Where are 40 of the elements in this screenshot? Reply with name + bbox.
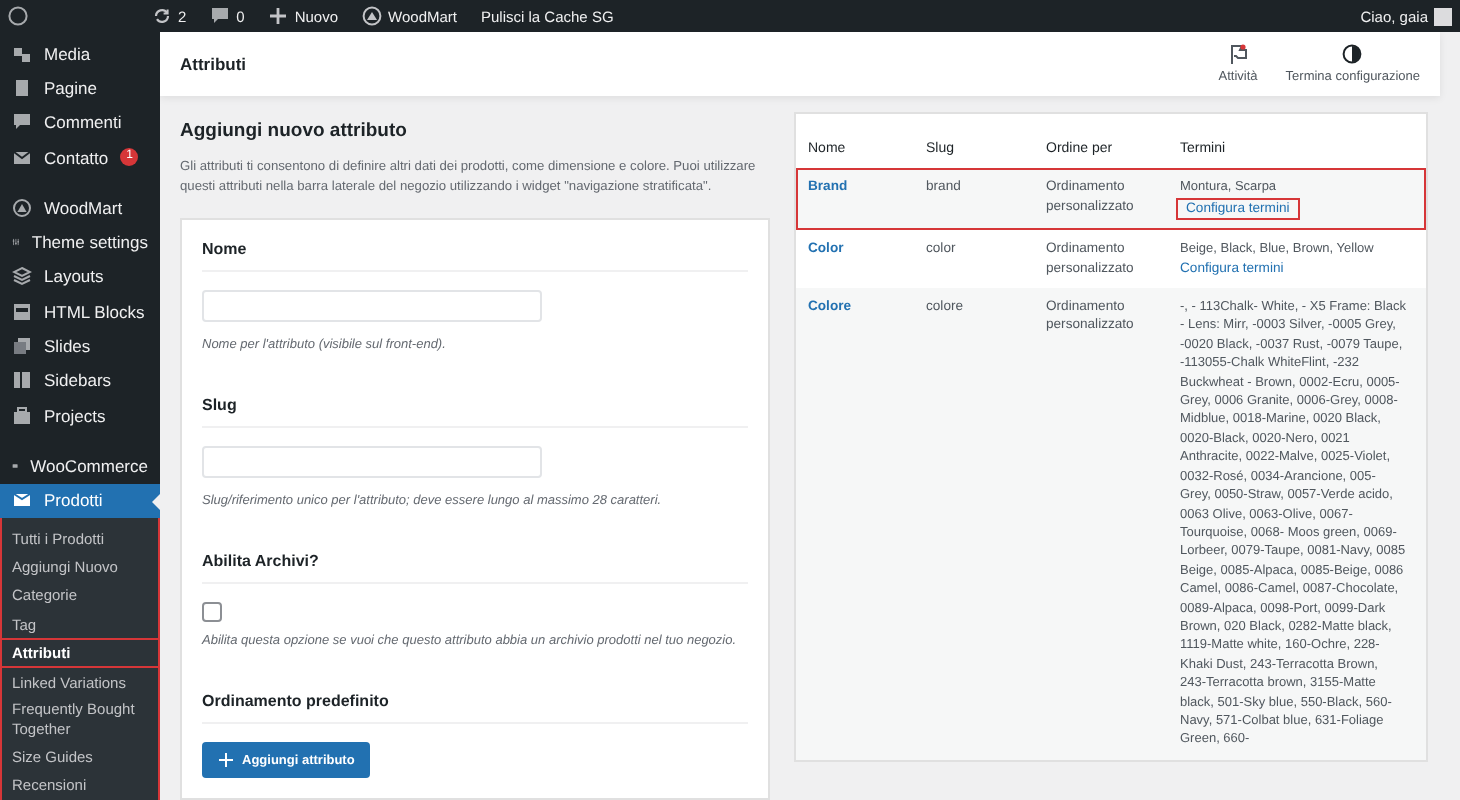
refresh-icon [152,6,172,26]
field-label: Slug [202,376,748,428]
sidebar-item[interactable]: WooCommerce [0,448,160,484]
mountain-logo-icon [12,197,32,218]
section-title: Aggiungi nuovo attributo [180,120,409,142]
sidebar-item[interactable]: Pagine [0,70,160,106]
page-title: Attributi [180,54,249,74]
sidebar-item[interactable]: Layouts [0,259,160,295]
speech-bubble-icon [210,6,231,26]
plus-icon [218,752,234,768]
html-block-icon [12,301,32,322]
sidebar-item[interactable]: Slides [0,328,160,364]
input-field[interactable] [202,446,542,478]
half-circle-icon [1342,44,1363,66]
briefcase-icon [12,405,32,426]
flag-icon [1228,44,1249,66]
sidebar-item[interactable]: WoodMart [0,190,160,225]
sidebar-item[interactable]: Prodotti [0,483,160,518]
input-field[interactable] [202,290,542,322]
page-icon [12,77,32,98]
checkbox[interactable] [202,602,222,622]
media-icon [12,43,32,64]
sidebar-item[interactable]: Commenti [0,105,160,140]
slides-icon [12,336,32,357]
field-label: Ordinamento predefinito [202,672,748,724]
box-icon [12,490,32,511]
sidebar-item[interactable]: Sidebars [0,363,160,398]
field-label: Abilita Archivi? [202,532,748,584]
avatar-icon [1434,7,1452,25]
sidebar-item[interactable]: Media [0,36,160,71]
layers-icon [12,266,32,287]
envelope-icon [12,147,32,168]
mountain-logo-icon [362,6,383,26]
sidebar-item[interactable]: Projects [0,397,160,433]
sidebar-item[interactable]: Theme settings [0,224,160,260]
columns-icon [12,370,32,391]
plus-icon [268,6,289,26]
field-label: Nome [202,220,748,272]
speech-bubble-icon [12,112,32,133]
sidebar-item[interactable]: HTML Blocks [0,294,160,329]
